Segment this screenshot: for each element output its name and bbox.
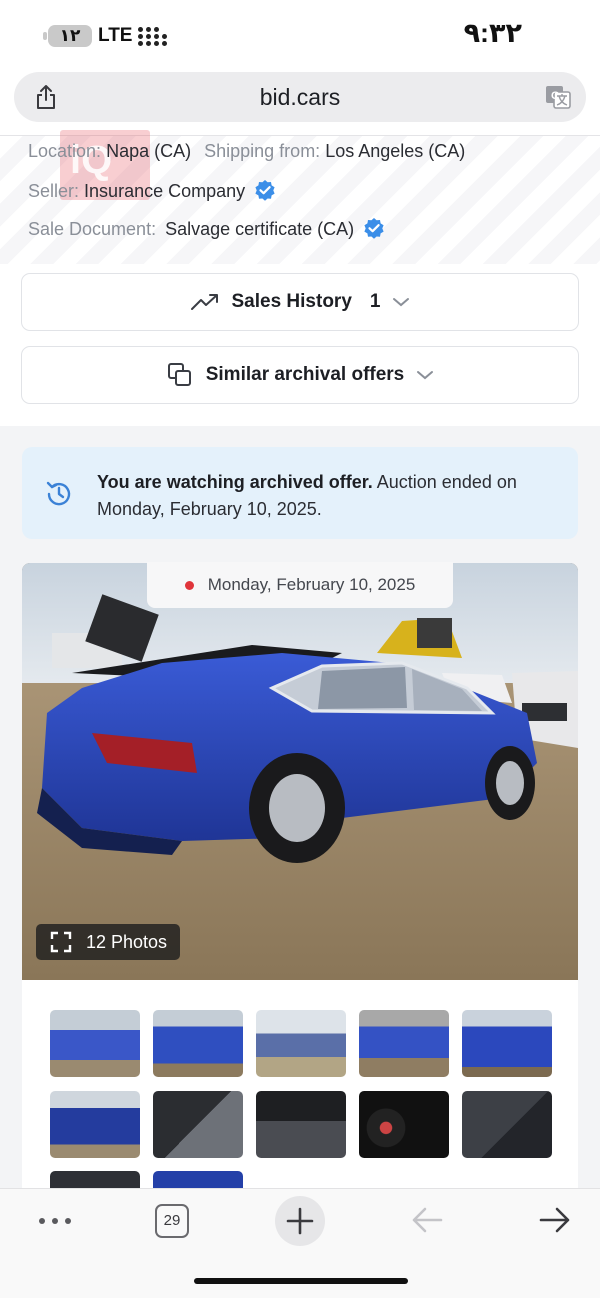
thumb-rear[interactable] [50, 1091, 140, 1158]
auction-date-pill: Monday, February 10, 2025 [147, 562, 453, 608]
location-value: Napa (CA) [106, 141, 192, 161]
location-label: Location: [28, 141, 102, 161]
car-photo-image [22, 563, 578, 980]
chevron-down-icon [417, 371, 434, 380]
address-bar[interactable]: bid.cars G [14, 72, 586, 122]
status-dot [184, 580, 194, 590]
fullscreen-icon [50, 931, 72, 953]
new-tab-button[interactable] [275, 1196, 325, 1246]
trend-up-icon [190, 294, 218, 310]
forward-arrow-icon[interactable] [538, 1205, 572, 1235]
photos-count-label: 12 Photos [86, 931, 168, 952]
more-icon[interactable] [38, 1217, 72, 1225]
sale-document-row: Sale Document: Salvage certificate (CA) [28, 217, 385, 240]
status-bar: ۱۲ LTE ۹:۳۲ [0, 0, 600, 70]
home-indicator [194, 1278, 408, 1284]
thumb-rear-left[interactable] [153, 1010, 243, 1077]
thumb-front[interactable] [462, 1010, 552, 1077]
document-value: Salvage certificate (CA) [165, 219, 355, 239]
shipping-label: Shipping from: [204, 141, 321, 161]
thumb-driver-interior[interactable] [153, 1091, 243, 1158]
notice-text: You are watching archived offer. Auction… [97, 469, 517, 523]
main-vehicle-photo[interactable] [22, 563, 578, 980]
history-icon [46, 481, 71, 506]
sales-history-accordion[interactable]: Sales History 1 [21, 273, 579, 331]
clock: ۹:۳۲ [463, 18, 522, 48]
thumb-side-left[interactable] [256, 1010, 346, 1077]
thumb-seat-detail[interactable] [153, 1171, 243, 1188]
copy-icon [167, 363, 191, 386]
tabs-button[interactable]: 29 [155, 1204, 189, 1238]
verified-badge-icon [364, 218, 384, 239]
network-type: LTE [98, 25, 133, 46]
thumb-front-left[interactable] [50, 1010, 140, 1077]
back-arrow-icon[interactable] [410, 1205, 444, 1235]
seller-value: Insurance Company [84, 181, 246, 201]
seller-row: Seller: Insurance Company [28, 179, 276, 202]
thumb-gauges[interactable] [359, 1091, 449, 1158]
plus-icon [286, 1207, 314, 1235]
photos-count-button[interactable]: 12 Photos [36, 924, 180, 960]
thumbnail-gallery [22, 980, 578, 1188]
chevron-down-icon [393, 298, 410, 307]
translate-icon[interactable]: G [544, 83, 572, 111]
url-text[interactable]: bid.cars [14, 84, 586, 111]
thumb-front-right[interactable] [359, 1010, 449, 1077]
similar-offers-accordion[interactable]: Similar archival offers [21, 346, 579, 404]
archived-notice: You are watching archived offer. Auction… [22, 447, 578, 539]
sales-history-label: Sales History [231, 291, 352, 312]
sales-history-count: 1 [369, 291, 381, 312]
thumb-dashboard[interactable] [256, 1091, 346, 1158]
thumb-engine[interactable] [50, 1171, 140, 1188]
auction-date: Monday, February 10, 2025 [207, 575, 416, 594]
location-row: Location: Napa (CA) Shipping from: Los A… [28, 141, 465, 162]
verified-badge-icon [255, 180, 275, 201]
notice-bold: You are watching archived offer. [97, 472, 373, 492]
signal-icon [136, 26, 170, 46]
seller-label: Seller: [28, 181, 80, 201]
battery-indicator: ۱۲ [43, 25, 92, 47]
document-label: Sale Document: [28, 219, 157, 239]
thumb-rear-seats[interactable] [462, 1091, 552, 1158]
similar-offers-label: Similar archival offers [205, 364, 405, 385]
shipping-value: Los Angeles (CA) [325, 141, 466, 161]
